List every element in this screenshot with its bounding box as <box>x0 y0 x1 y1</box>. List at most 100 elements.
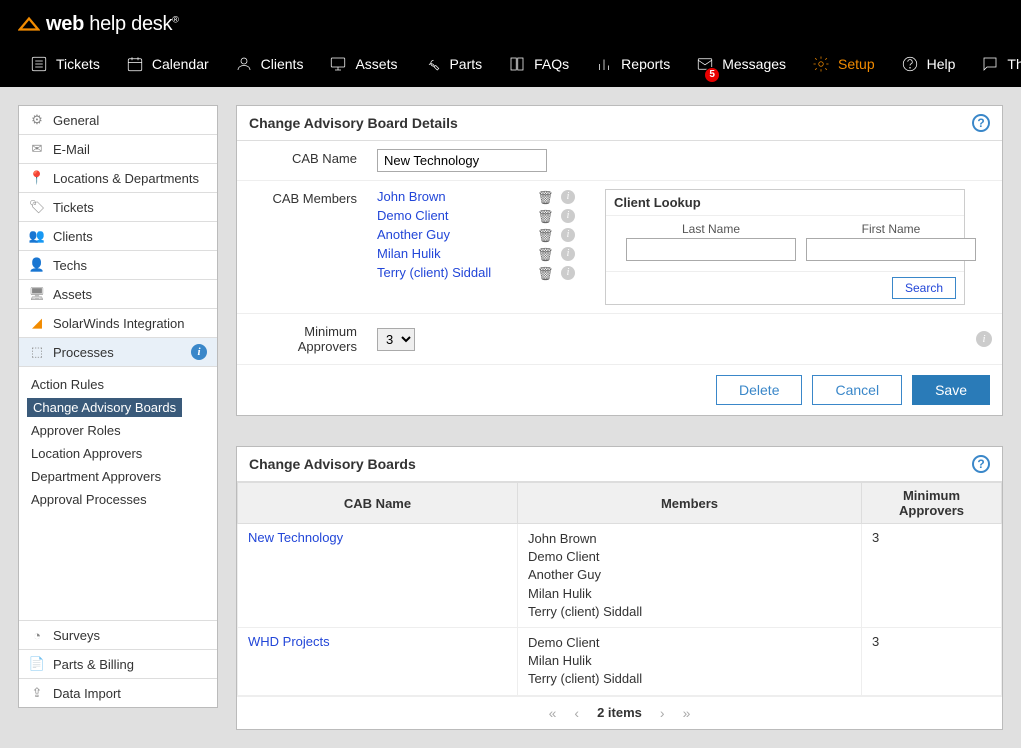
save-button[interactable]: Save <box>912 375 990 405</box>
sidebar-item-solarwinds[interactable]: ◢SolarWinds Integration <box>19 309 217 338</box>
nav-label: Help <box>927 56 956 72</box>
min-approvers-select[interactable]: 3 <box>377 328 415 351</box>
nav-label: Calendar <box>152 56 209 72</box>
member-link[interactable]: Terry (client) Siddall <box>377 265 527 280</box>
info-icon[interactable]: i <box>561 209 575 223</box>
member-link[interactable]: John Brown <box>377 189 527 204</box>
sub-approver-roles[interactable]: Approver Roles <box>19 419 217 442</box>
min-approvers-label: Minimum Approvers <box>237 314 367 364</box>
sidebar-item-email[interactable]: ✉E-Mail <box>19 135 217 164</box>
nav-label: Messages <box>722 56 786 72</box>
member-link[interactable]: Another Guy <box>377 227 527 242</box>
info-icon[interactable]: i <box>561 190 575 204</box>
info-icon[interactable]: i <box>561 247 575 261</box>
person-icon: 👤 <box>29 257 45 273</box>
delete-button[interactable]: Delete <box>716 375 802 405</box>
cab-name-input[interactable] <box>377 149 547 172</box>
sidebar-item-data-import[interactable]: ⇪Data Import <box>19 679 217 707</box>
help-icon[interactable]: ? <box>972 455 990 473</box>
nav-setup[interactable]: Setup <box>800 49 887 79</box>
info-icon[interactable]: i <box>561 266 575 280</box>
people-icon: 👥 <box>29 228 45 244</box>
nav-label: Clients <box>261 56 304 72</box>
sidebar-item-label: Data Import <box>53 686 121 701</box>
col-cab-name[interactable]: CAB Name <box>238 483 518 524</box>
page-next-icon[interactable]: › <box>660 705 665 721</box>
sub-dept-approvers[interactable]: Department Approvers <box>19 465 217 488</box>
col-min-approvers[interactable]: Minimum Approvers <box>862 483 1002 524</box>
sidebar: ⚙ General ✉E-Mail 📍Locations & Department… <box>18 105 218 708</box>
info-icon[interactable]: i <box>976 331 992 347</box>
nav-thwack[interactable]: Thwack <box>969 49 1021 79</box>
nav-reports[interactable]: Reports <box>583 49 682 79</box>
panel-title-row: Change Advisory Boards ? <box>237 447 1002 482</box>
member-link[interactable]: Demo Client <box>377 208 527 223</box>
nav-clients[interactable]: Clients <box>223 49 316 79</box>
nav-messages[interactable]: 5 Messages <box>684 49 798 79</box>
cancel-button[interactable]: Cancel <box>812 375 902 405</box>
nav-assets[interactable]: Assets <box>317 49 409 79</box>
gear-icon: ⚙ <box>29 112 45 128</box>
search-button[interactable]: Search <box>892 277 956 299</box>
nav-faqs[interactable]: FAQs <box>496 49 581 79</box>
member-list: John Brown 🗑 i Demo Client 🗑 i Another Guy 🗑 i… <box>377 189 575 280</box>
sidebar-item-assets[interactable]: 🖥Assets <box>19 280 217 309</box>
sidebar-item-general[interactable]: ⚙ General <box>19 106 217 135</box>
monitor-icon <box>329 55 347 73</box>
nav-parts[interactable]: Parts <box>411 49 494 79</box>
cab-link[interactable]: WHD Projects <box>248 634 330 649</box>
sidebar-item-techs[interactable]: 👤 Techs <box>19 251 217 280</box>
help-icon[interactable]: ? <box>972 114 990 132</box>
sidebar-item-label: General <box>53 113 99 128</box>
topbar: web help desk® Tickets Calendar Clients … <box>0 0 1021 87</box>
member-link[interactable]: Milan Hulik <box>377 246 527 261</box>
last-name-input[interactable] <box>626 238 796 261</box>
pager: « ‹ 2 items › » <box>237 696 1002 729</box>
members-cell: Demo Client Milan Hulik Terry (client) S… <box>518 627 862 695</box>
col-members[interactable]: Members <box>518 483 862 524</box>
messages-badge: 5 <box>704 67 720 83</box>
trash-icon[interactable]: 🗑 <box>537 228 551 242</box>
gear-icon <box>812 55 830 73</box>
trash-icon[interactable]: 🗑 <box>537 209 551 223</box>
sub-action-rules[interactable]: Action Rules <box>19 373 217 396</box>
list-icon <box>30 55 48 73</box>
sidebar-item-tickets[interactable]: 🏷Tickets <box>19 193 217 222</box>
sub-cab[interactable]: Change Advisory Boards <box>27 398 182 417</box>
sidebar-item-parts-billing[interactable]: 📄Parts & Billing <box>19 650 217 679</box>
sidebar-item-label: Assets <box>53 287 92 302</box>
trash-icon[interactable]: 🗑 <box>537 247 551 261</box>
last-name-label: Last Name <box>626 222 796 236</box>
panel-footer: Delete Cancel Save <box>237 365 1002 415</box>
sub-approval-processes[interactable]: Approval Processes <box>19 488 217 511</box>
trash-icon[interactable]: 🗑 <box>537 190 551 204</box>
chat-icon <box>981 55 999 73</box>
nav-calendar[interactable]: Calendar <box>114 49 221 79</box>
nav-label: Setup <box>838 56 875 72</box>
sub-location-approvers[interactable]: Location Approvers <box>19 442 217 465</box>
page-first-icon[interactable]: « <box>549 705 557 721</box>
info-icon[interactable]: i <box>561 228 575 242</box>
sidebar-item-clients[interactable]: 👥Clients <box>19 222 217 251</box>
table-row: WHD Projects Demo Client Milan Hulik Ter… <box>238 627 1002 695</box>
first-name-input[interactable] <box>806 238 976 261</box>
cab-members-row: CAB Members John Brown🗑i Demo Client🗑i A… <box>237 181 1002 314</box>
cab-name-row: CAB Name <box>237 141 1002 181</box>
page-prev-icon[interactable]: ‹ <box>574 705 579 721</box>
cab-table: CAB Name Members Minimum Approvers New T… <box>237 482 1002 696</box>
flow-icon: ⬚ <box>29 344 45 360</box>
sidebar-item-locations[interactable]: 📍Locations & Departments <box>19 164 217 193</box>
nav-help[interactable]: Help <box>889 49 968 79</box>
nav-tickets[interactable]: Tickets <box>18 49 112 79</box>
first-name-label: First Name <box>806 222 976 236</box>
cab-link[interactable]: New Technology <box>248 530 343 545</box>
cab-list-panel: Change Advisory Boards ? CAB Name Member… <box>236 446 1003 730</box>
min-approvers-row: Minimum Approvers 3 i <box>237 314 1002 365</box>
info-icon[interactable]: i <box>191 344 207 360</box>
sidebar-item-processes[interactable]: ⬚Processesi <box>19 338 217 367</box>
sidebar-item-label: Techs <box>53 258 87 273</box>
page-last-icon[interactable]: » <box>683 705 691 721</box>
sidebar-item-label: Surveys <box>53 628 100 643</box>
lookup-title: Client Lookup <box>606 190 964 216</box>
trash-icon[interactable]: 🗑 <box>537 266 551 280</box>
